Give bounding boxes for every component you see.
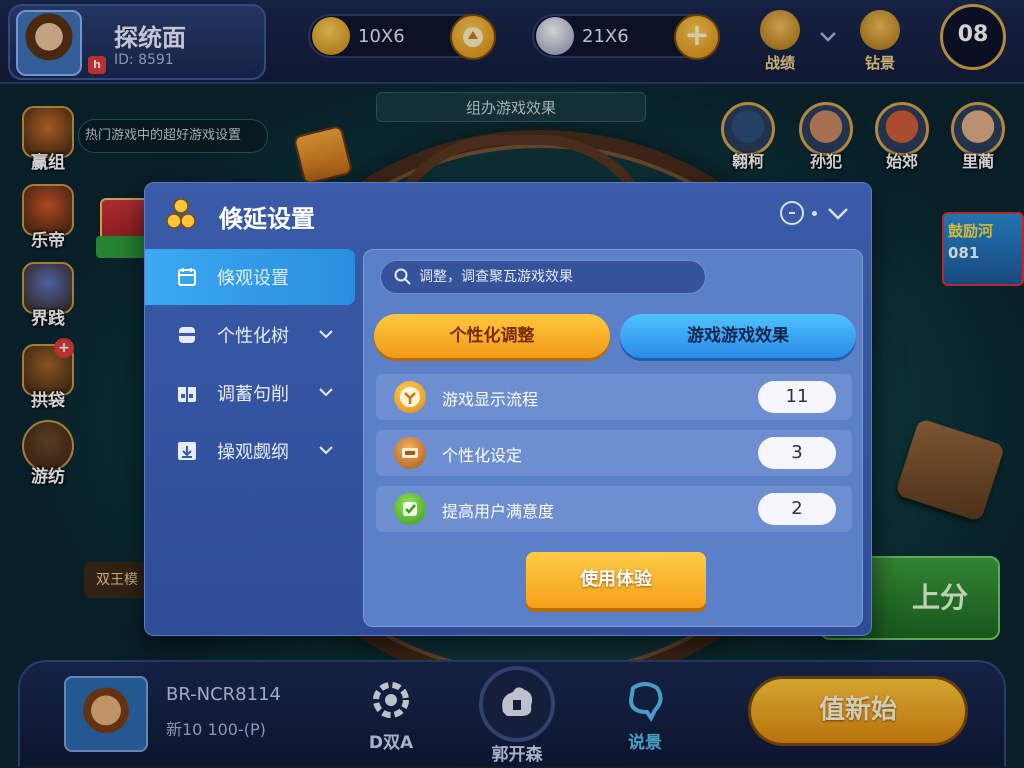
setting-label: 个性化设定 (442, 446, 523, 465)
dialog-sidebar: 倏观设置 个性化树 调蓄句削 操观觑纲 (145, 249, 361, 481)
sidebar-item-label: 倏观设置 (217, 268, 289, 289)
setting-value[interactable]: 3 (758, 437, 836, 469)
setting-value[interactable]: 2 (758, 493, 836, 525)
sidebar-item-label: 调蓄句削 (217, 384, 289, 405)
check-icon (394, 493, 426, 525)
settings-dialog: 倏延设置 倏观设置 个性化树 调蓄句削 操观觑纲 调整，调查聚瓦游戏效果 个性化… (144, 182, 872, 636)
search-input[interactable] (419, 269, 699, 285)
coin-logo-icon (165, 197, 197, 231)
chevron-down-icon (317, 441, 335, 459)
sidebar-item-profile[interactable]: 个性化树 (145, 307, 361, 363)
setting-label: 游戏显示流程 (442, 390, 539, 409)
setting-label: 提高用户满意度 (442, 502, 555, 521)
profile-icon (175, 323, 199, 347)
tab-personalize[interactable]: 个性化调整 (374, 314, 610, 358)
separator-dot (812, 210, 817, 216)
setting-row[interactable]: 游戏显示流程 11 (376, 374, 852, 420)
chevron-down-icon (317, 383, 335, 401)
setting-value[interactable]: 11 (758, 381, 836, 413)
customize-icon (394, 437, 426, 469)
sidebar-item-gift[interactable]: 调蓄句削 (145, 365, 361, 421)
sidebar-item-label: 操观觑纲 (217, 442, 289, 463)
dialog-title: 倏延设置 (219, 205, 315, 233)
search-bar[interactable] (380, 260, 706, 294)
setting-row[interactable]: 提高用户满意度 2 (376, 486, 852, 532)
settings-panel: 个性化调整 游戏游戏效果 游戏显示流程 11 个性化设定 3 提高用户满意度 2… (363, 249, 863, 627)
dialog-header: 倏延设置 (145, 183, 871, 247)
settings-icon (175, 265, 199, 289)
sidebar-item-download[interactable]: 操观觑纲 (145, 423, 361, 479)
sidebar-item-settings[interactable]: 倏观设置 (145, 249, 355, 305)
display-icon (394, 381, 426, 413)
gift-icon (175, 381, 199, 405)
sidebar-item-label: 个性化树 (217, 326, 289, 347)
use-experience-button[interactable]: 使用体验 (526, 552, 706, 608)
tab-game-effect[interactable]: 游戏游戏效果 (620, 314, 856, 358)
search-icon (393, 267, 413, 287)
chevron-down-icon (317, 325, 335, 343)
setting-row[interactable]: 个性化设定 3 (376, 430, 852, 476)
minimize-icon[interactable] (780, 201, 804, 225)
download-icon (175, 439, 199, 463)
dialog-controls (780, 201, 851, 225)
chevron-down-icon[interactable] (825, 201, 851, 225)
